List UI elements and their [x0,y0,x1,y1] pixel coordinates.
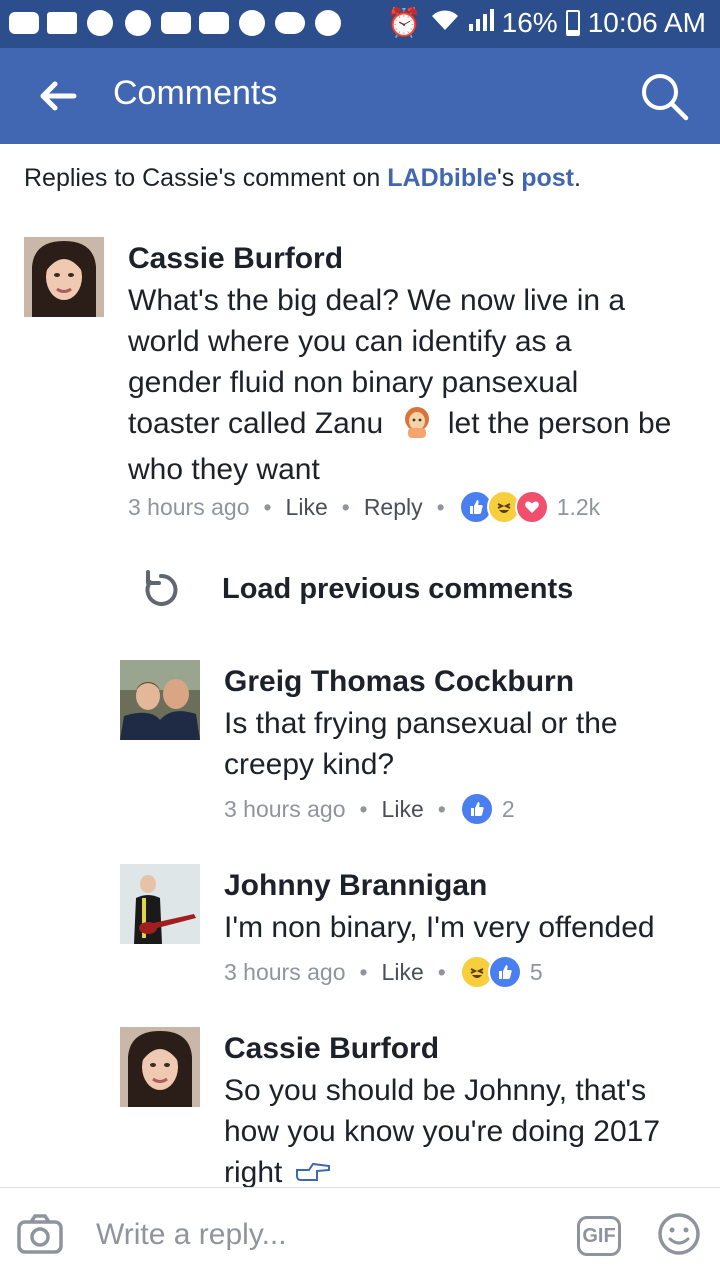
reply-line: Is that frying pansexual or the [224,707,618,740]
separator-dot: • [263,493,272,520]
reply-composer: Write a reply... GIF [0,1187,720,1281]
comment-author[interactable]: Cassie Burford [128,242,343,276]
camera-icon [17,1214,63,1254]
system-status: ⏰ 16% 10:06 AM [387,6,706,39]
reply-line: how you know you're doing 2017 [224,1115,661,1148]
context-possessive: 's [496,164,522,192]
more-notifications-icon [8,8,40,38]
avatar[interactable] [120,1027,200,1107]
pointing-hand-emoji-icon [295,1154,333,1187]
cloud-icon [274,8,306,38]
battery-icon [565,9,580,36]
reply-text: I'm non binary, I'm very offended [224,907,694,948]
reply-line: creepy kind? [224,748,395,781]
video-icon-2 [198,8,230,38]
reply-line-part: right [224,1156,283,1187]
reply-line: So you should be Johnny, that's [224,1074,647,1107]
comment-line: world where you can identify as a [128,325,572,358]
avatar[interactable] [120,864,200,944]
load-previous-comments[interactable]: Load previous comments [140,568,573,610]
page-title: Comments [113,74,278,112]
separator-dot: • [359,795,368,822]
notification-icons [8,8,344,38]
post-link[interactable]: post [521,164,574,192]
arrow-left-icon [40,81,77,111]
love-reaction-icon [514,490,549,524]
reaction-count: 5 [529,958,543,985]
reply-input[interactable]: Write a reply... [96,1218,287,1252]
like-reaction-icon [487,955,522,989]
separator-dot: • [437,795,446,822]
separator-dot: • [437,958,446,985]
load-previous-label: Load previous comments [222,572,574,605]
smiley-icon [658,1213,700,1255]
separator-dot: • [436,493,445,520]
context-suffix: . [573,164,581,192]
context-prefix: Replies to Cassie's comment on [24,164,388,192]
camera-button[interactable] [16,1210,64,1258]
comment-line: toaster called Zanu let the person be [128,403,703,449]
comment-meta: 3 hours ago • Like • Reply • 1.2k [128,490,600,524]
comment-line-part: toaster called Zanu [128,407,384,440]
separator-dot: • [359,958,368,985]
xbox-icon [312,8,344,38]
plus-icon [236,8,268,38]
reply-author[interactable]: Cassie Burford [224,1032,439,1066]
reply-text: Is that frying pansexual or the creepy k… [224,703,694,785]
mail-icon [46,8,78,38]
messenger-icon [84,8,116,38]
clock: 10:06 AM [587,6,706,38]
reply-author[interactable]: Greig Thomas Cockburn [224,665,574,699]
separator-dot: • [341,493,350,520]
like-reaction-icon [459,792,494,826]
reply-button[interactable]: Reply [364,494,423,521]
reply-context: Replies to Cassie's comment on LADbible'… [24,164,581,193]
reactions-summary[interactable]: 1.2k [458,490,601,524]
back-button[interactable] [34,72,82,120]
comment-line: gender fluid non binary pansexual [128,366,579,399]
reaction-count: 1.2k [556,493,601,520]
search-icon [642,74,689,121]
reactions-summary[interactable]: 5 [459,955,543,989]
signal-icon [468,7,494,39]
reply-author[interactable]: Johnny Brannigan [224,869,487,903]
comment-line: who they want [128,453,320,486]
avatar[interactable] [120,660,200,740]
search-button[interactable] [636,68,692,124]
like-button[interactable]: Like [382,796,424,823]
reaction-count: 2 [501,795,515,822]
comment-text: What's the big deal? We now live in a wo… [128,280,703,490]
woman-gesturing-emoji-icon [402,406,432,449]
timestamp: 3 hours ago [224,958,346,985]
battery-percent: 16% [501,6,558,38]
refresh-icon [145,570,178,606]
avatar[interactable] [24,237,104,317]
like-button[interactable]: Like [286,494,328,521]
messenger-icon-2 [122,8,154,38]
like-button[interactable]: Like [382,959,424,986]
status-bar: ⏰ 16% 10:06 AM [0,0,720,48]
gif-button[interactable]: GIF [577,1216,621,1256]
reply-line: I'm non binary, I'm very offended [224,911,655,944]
comment-line-part: let the person be [447,407,672,440]
comment-line: What's the big deal? We now live in a [128,284,626,317]
reactions-summary[interactable]: 2 [459,792,515,826]
timestamp: 3 hours ago [224,795,346,822]
reply-meta: 3 hours ago • Like • 2 [224,792,515,826]
video-icon [160,8,192,38]
reply-meta: 3 hours ago • Like • 5 [224,955,543,989]
app-bar: Comments [0,48,720,144]
alarm-icon: ⏰ [386,7,422,38]
reply-text: So you should be Johnny, that's how you … [224,1070,704,1187]
page-link[interactable]: LADbible [387,164,497,192]
timestamp: 3 hours ago [128,493,250,520]
sticker-button[interactable] [657,1212,701,1256]
reply-line: right [224,1152,704,1187]
wifi-icon [430,7,460,39]
